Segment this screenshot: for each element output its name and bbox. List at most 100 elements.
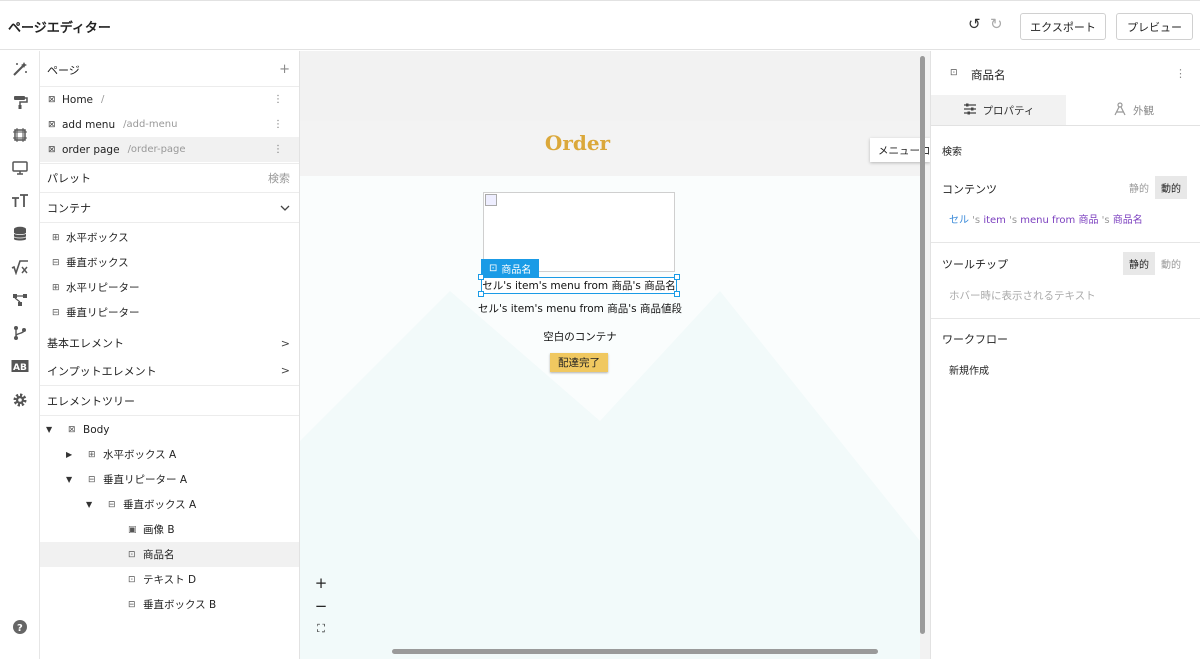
resize-handle[interactable] (674, 274, 680, 280)
caret-down-icon[interactable]: ▼ (66, 475, 78, 484)
preview-button[interactable]: プレビュー (1116, 13, 1193, 40)
dynamic-option[interactable]: 動的 (1155, 252, 1187, 275)
page-name: Home (62, 93, 94, 106)
vbox-icon: ⊟ (128, 599, 136, 610)
palette-item-label: 水平リピーター (66, 282, 140, 294)
export-button[interactable]: エクスポート (1020, 13, 1106, 40)
kebab-icon[interactable]: ⋮ (273, 94, 283, 105)
product-price-text[interactable]: セル's item's menu from 商品's 商品値段 (430, 301, 730, 316)
resize-handle[interactable] (674, 291, 680, 297)
resize-handle[interactable] (478, 291, 484, 297)
inspector-search[interactable]: 検索 (942, 143, 962, 158)
paint-roller-icon[interactable] (10, 92, 30, 112)
tree-item-body[interactable]: ▼ ⊠ Body (40, 417, 299, 442)
page-item-order-page[interactable]: ⊠ order page /order-page ⋮ (40, 137, 299, 162)
dynamic-content-expression[interactable]: セル 's item 's menu from 商品 's 商品名 (949, 211, 1143, 226)
dynamic-option[interactable]: 動的 (1155, 176, 1187, 199)
typography-icon[interactable] (10, 191, 30, 211)
static-option[interactable]: 静的 (1123, 176, 1155, 199)
delivery-done-button[interactable]: 配達完了 (550, 353, 608, 372)
tree-item-hbox-a[interactable]: ▶ ⊞ 水平ボックス A (40, 442, 299, 467)
chevron-right-icon: > (280, 364, 290, 377)
app-header: ページエディター ↺ ↻ エクスポート プレビュー (0, 0, 1200, 50)
palette-item-label: 水平ボックス (66, 232, 129, 244)
sliders-icon (963, 103, 977, 118)
text-icon: ⊡ (128, 574, 136, 585)
ab-icon[interactable]: AB (10, 356, 30, 376)
app-title: ページエディター (8, 21, 111, 36)
selected-product-name[interactable]: セル's item's menu from 商品's 商品名 (481, 277, 677, 294)
page-item-home[interactable]: ⊠ Home / ⋮ (40, 87, 299, 112)
basic-elements-header[interactable]: 基本エレメント > (40, 328, 299, 358)
undo-icon[interactable]: ↺ (968, 15, 981, 33)
palette-item-hbox[interactable]: ⊞ 水平ボックス (52, 225, 129, 250)
selection-label-text: 商品名 (501, 264, 532, 276)
zoom-out-button[interactable]: − (310, 595, 332, 617)
tree-item-product-name[interactable]: ⊡ 商品名 (40, 542, 299, 567)
expr-part: 's (969, 215, 984, 226)
redo-icon[interactable]: ↻ (990, 15, 1003, 33)
new-workflow-button[interactable]: 新規作成 (949, 362, 989, 377)
tree-item-label: 垂直ボックス A (123, 499, 197, 511)
tooltip-input[interactable]: ホバー時に表示されるテキスト (949, 288, 1096, 303)
editor-canvas[interactable]: Order メニューコ ⊡ 商品名 セル's item's menu from … (300, 51, 930, 659)
input-elements-header[interactable]: インプットエレメント > (40, 356, 299, 386)
content-section: コンテンツ 静的 動的 セル 's item 's menu from 商品 '… (931, 171, 1200, 243)
content-mode-toggle: 静的 動的 (1123, 176, 1187, 199)
page-path: / (101, 94, 105, 105)
add-page-icon[interactable]: + (279, 62, 290, 77)
page-icon: ⊠ (48, 119, 56, 130)
hrepeater-icon: ⊞ (52, 282, 60, 293)
tree-item-vbox-a[interactable]: ▼ ⊟ 垂直ボックス A (40, 492, 299, 517)
svg-text:?: ? (17, 623, 23, 634)
monitor-icon[interactable] (10, 158, 30, 178)
palette-item-vrepeater[interactable]: ⊟ 垂直リピーター (52, 300, 140, 325)
pages-header: ページ + (40, 53, 299, 87)
element-tree-title: エレメントツリー (47, 394, 135, 408)
workflow-icon[interactable] (10, 290, 30, 310)
horizontal-scrollbar[interactable] (392, 649, 878, 654)
chevron-down-icon (280, 201, 290, 214)
tree-item-vrepeater-a[interactable]: ▼ ⊟ 垂直リピーター A (40, 467, 299, 492)
palette-item-vbox[interactable]: ⊟ 垂直ボックス (52, 250, 129, 275)
inspector-title: 商品名 (971, 68, 1006, 82)
tree-item-image-b[interactable]: ▣ 画像 B (40, 517, 299, 542)
kebab-icon[interactable]: ⋮ (1175, 67, 1186, 80)
formula-icon[interactable] (10, 257, 30, 277)
kebab-icon[interactable]: ⋮ (273, 144, 283, 155)
tab-appearance-label: 外観 (1133, 104, 1154, 117)
palette-item-hrepeater[interactable]: ⊞ 水平リピーター (52, 275, 140, 300)
database-icon[interactable] (10, 224, 30, 244)
expr-part: 's (1098, 215, 1113, 226)
expr-part: 's (1005, 215, 1021, 226)
gear-icon[interactable] (10, 390, 30, 410)
palette-search[interactable]: 検索 (268, 170, 290, 186)
container-header[interactable]: コンテナ (40, 193, 299, 223)
fit-screen-icon[interactable]: ⛶ (310, 618, 332, 640)
empty-container[interactable]: 空白のコンテナ (430, 329, 730, 344)
resize-handle[interactable] (478, 274, 484, 280)
zoom-in-button[interactable]: + (310, 572, 332, 594)
branch-icon[interactable] (10, 323, 30, 343)
caret-down-icon[interactable]: ▼ (46, 425, 58, 434)
expr-part: 商品名 (1112, 215, 1143, 226)
tree-item-text-d[interactable]: ⊡ テキスト D (40, 567, 299, 592)
page-path: /order-page (127, 144, 186, 155)
static-option[interactable]: 静的 (1123, 252, 1155, 275)
tab-properties[interactable]: プロパティ (931, 95, 1066, 125)
kebab-icon[interactable]: ⋮ (273, 119, 283, 130)
inspector-panel: ⊡ 商品名 ⋮ プロパティ 外観 検索 コンテンツ 静的 動的 セル 's it… (930, 51, 1200, 659)
caret-right-icon[interactable]: ▶ (66, 450, 78, 459)
frame-icon[interactable] (10, 125, 30, 145)
tree-item-vbox-b[interactable]: ⊟ 垂直ボックス B (40, 592, 299, 617)
tree-item-label: 垂直ボックス B (143, 599, 217, 611)
caret-down-icon[interactable]: ▼ (86, 500, 98, 509)
text-icon: ⊡ (950, 68, 958, 78)
basic-elements-title: 基本エレメント (47, 337, 124, 350)
vertical-scrollbar[interactable] (920, 56, 925, 634)
page-icon: ⊠ (48, 144, 56, 155)
magic-wand-icon[interactable] (10, 59, 30, 79)
help-icon[interactable]: ? (10, 617, 30, 637)
tab-appearance[interactable]: 外観 (1066, 95, 1200, 125)
page-item-add-menu[interactable]: ⊠ add menu /add-menu ⋮ (40, 112, 299, 137)
